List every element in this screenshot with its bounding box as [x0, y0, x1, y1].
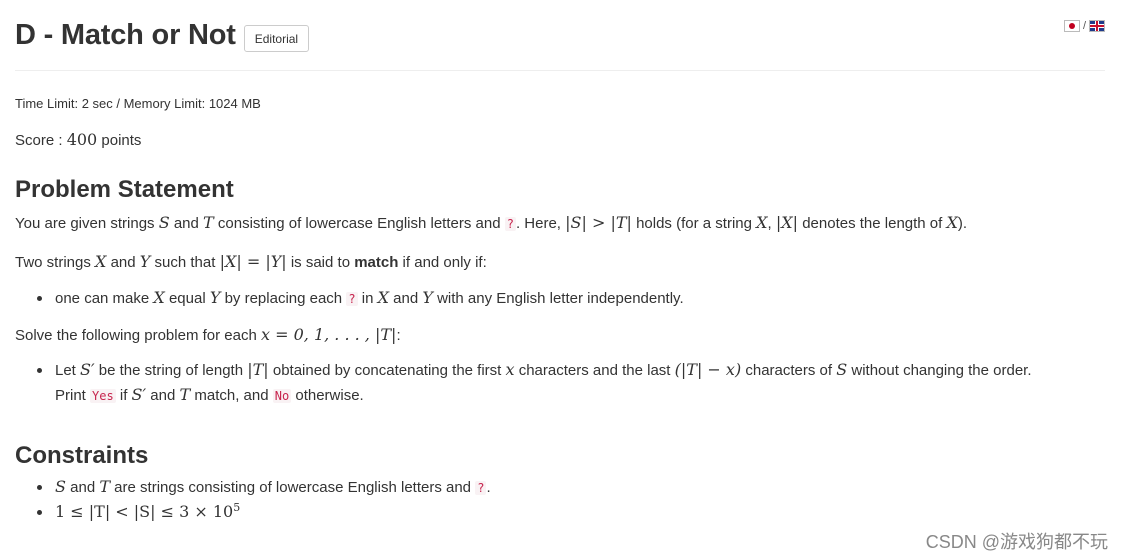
text: characters of	[741, 362, 837, 379]
bold-match: match	[354, 254, 399, 271]
statement-paragraph-1: You are given strings S and T consisting…	[15, 213, 967, 232]
math-X: X	[95, 252, 107, 271]
math-length-relation: |S| > |T|	[565, 213, 632, 232]
text: match, and	[190, 387, 273, 404]
text: and	[65, 479, 100, 496]
math-x: x	[505, 360, 515, 379]
text: .	[486, 479, 491, 496]
math-Y: Y	[139, 252, 151, 271]
score-line: Score : 400 points	[15, 130, 141, 149]
math-S: S	[836, 360, 848, 379]
text: if and only if:	[398, 254, 487, 271]
text: Solve the following problem for each	[15, 327, 261, 344]
math-S: S	[158, 213, 170, 232]
text: Let	[55, 362, 81, 379]
japanese-flag-icon[interactable]	[1063, 20, 1080, 32]
math-Y: Y	[422, 288, 433, 307]
text: You are given strings	[15, 215, 159, 232]
bullet-icon	[37, 485, 42, 490]
text: otherwise.	[291, 387, 364, 404]
math-T: T	[99, 477, 111, 496]
math-length-T: |T|	[247, 360, 269, 379]
list-item: Let S′ be the string of length |T| obtai…	[55, 360, 1032, 379]
text: denotes the length of	[798, 215, 947, 232]
text: if	[115, 387, 132, 404]
math-X: X	[153, 288, 165, 307]
task-header: D - Match or Not Editorial	[15, 14, 310, 56]
text: and	[169, 215, 204, 232]
constraint-item: 1 ≤ |T| < |S| ≤ 3 × 105	[55, 501, 240, 521]
code-question-mark: ?	[504, 217, 516, 231]
constraint-item: S and T are strings consisting of lowerc…	[55, 477, 491, 496]
text: are strings consisting of lowercase Engl…	[110, 479, 476, 496]
bullet-icon	[37, 296, 42, 301]
bullet-icon	[37, 368, 42, 373]
score-suffix: points	[97, 132, 142, 149]
code-question-mark: ?	[475, 481, 487, 495]
divider	[15, 70, 1105, 71]
math-Y: Y	[209, 288, 221, 307]
constraints-heading: Constraints	[15, 442, 149, 469]
text: Print	[55, 387, 91, 404]
problem-statement-heading: Problem Statement	[15, 176, 234, 203]
code-no: No	[272, 389, 292, 403]
text: Two strings	[15, 254, 96, 271]
math-exponent: 5	[233, 501, 241, 514]
text: ).	[957, 215, 968, 232]
text: . Here,	[515, 215, 566, 232]
math-X: X	[946, 213, 958, 232]
list-item-continuation: Print Yes if S′ and T match, and No othe…	[55, 385, 364, 404]
math-T-minus-x: (|T| − x)	[674, 360, 742, 379]
score-prefix: Score :	[15, 132, 67, 149]
code-question-mark: ?	[346, 292, 358, 306]
text: in	[357, 290, 378, 307]
text: one can make	[55, 290, 154, 307]
list-item: one can make X equal Y by replacing each…	[55, 288, 684, 307]
math-length-bounds: 1 ≤ |T| < |S| ≤ 3 × 10	[55, 502, 234, 521]
math-equal-length: |X| = |Y|	[219, 252, 287, 271]
text: by replacing each	[220, 290, 347, 307]
text: is said to	[286, 254, 355, 271]
watermark: CSDN @游戏狗都不玩	[925, 532, 1108, 552]
text: :	[396, 327, 401, 344]
text: and	[146, 387, 180, 404]
text: such that	[150, 254, 220, 271]
math-T: T	[203, 213, 214, 232]
text: consisting of lowercase English letters …	[213, 215, 505, 232]
score-value: 400	[66, 130, 98, 149]
page-title: D - Match or Not	[15, 18, 236, 51]
math-X: X	[377, 288, 389, 307]
statement-paragraph-3: Solve the following problem for each x =…	[15, 325, 401, 344]
statement-paragraph-2: Two strings X and Y such that |X| = |Y| …	[15, 252, 487, 271]
math-X: X	[756, 213, 768, 232]
math-S-prime: S′	[131, 385, 147, 404]
text: equal	[164, 290, 210, 307]
text: ,	[767, 215, 776, 232]
text: without changing the order.	[847, 362, 1032, 379]
code-yes: Yes	[90, 389, 116, 403]
text: characters and the last	[514, 362, 675, 379]
math-S-prime: S′	[80, 360, 95, 379]
text: with any English letter independently.	[432, 290, 684, 307]
lang-separator: /	[1082, 20, 1086, 32]
text: be the string of length	[94, 362, 248, 379]
bullet-icon	[37, 510, 42, 515]
language-switcher: /	[1063, 20, 1105, 32]
english-flag-icon[interactable]	[1089, 20, 1105, 32]
math-S: S	[55, 477, 66, 496]
math-x-range: x = 0, 1, . . . , |T|	[260, 325, 397, 344]
math-length-X: |X|	[775, 213, 799, 232]
math-T: T	[179, 385, 191, 404]
editorial-button[interactable]: Editorial	[243, 24, 310, 52]
text: and	[388, 290, 423, 307]
text: obtained by concatenating the first	[268, 362, 506, 379]
text: and	[106, 254, 140, 271]
text: holds (for a string	[631, 215, 757, 232]
limits-text: Time Limit: 2 sec / Memory Limit: 1024 M…	[15, 96, 261, 111]
